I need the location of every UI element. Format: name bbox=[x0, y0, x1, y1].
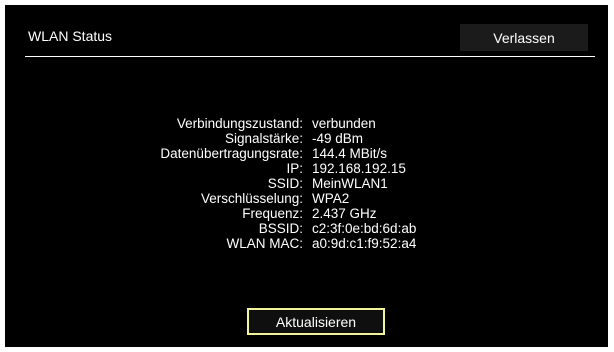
status-value: c2:3f:0e:bd:6d:ab bbox=[312, 221, 417, 236]
status-row-connection-state: Verbindungszustand: verbunden bbox=[5, 116, 608, 131]
status-row-encryption: Verschlüsselung: WPA2 bbox=[5, 191, 608, 206]
status-label: Verschlüsselung: bbox=[200, 191, 303, 206]
status-label: IP: bbox=[286, 161, 303, 176]
status-row-ssid: SSID: MeinWLAN1 bbox=[5, 176, 608, 191]
refresh-button[interactable]: Aktualisieren bbox=[247, 308, 385, 335]
status-row-frequency: Frequenz: 2.437 GHz bbox=[5, 206, 608, 221]
status-list: Verbindungszustand: verbunden Signalstär… bbox=[5, 116, 608, 251]
status-row-wlan-mac: WLAN MAC: a0:9d:c1:f9:52:a4 bbox=[5, 236, 608, 251]
exit-button[interactable]: Verlassen bbox=[460, 24, 588, 51]
status-label: BSSID: bbox=[258, 221, 303, 236]
status-row-ip: IP: 192.168.192.15 bbox=[5, 161, 608, 176]
page-title: WLAN Status bbox=[28, 28, 113, 44]
status-label: Datenübertragungsrate: bbox=[160, 146, 303, 161]
header-divider bbox=[25, 56, 595, 57]
status-value: MeinWLAN1 bbox=[312, 176, 388, 191]
status-label: Verbindungszustand: bbox=[176, 116, 303, 131]
status-label: SSID: bbox=[267, 176, 303, 191]
status-value: a0:9d:c1:f9:52:a4 bbox=[312, 236, 417, 251]
status-row-data-rate: Datenübertragungsrate: 144.4 MBit/s bbox=[5, 146, 608, 161]
wlan-status-screen: WLAN Status Verlassen Verbindungszustand… bbox=[5, 5, 608, 347]
status-row-signal-strength: Signalstärke: -49 dBm bbox=[5, 131, 608, 146]
status-value: 2.437 GHz bbox=[312, 206, 377, 221]
status-value: 144.4 MBit/s bbox=[312, 146, 388, 161]
status-label: Frequenz: bbox=[242, 206, 303, 221]
status-value: WPA2 bbox=[312, 191, 350, 206]
status-value: 192.168.192.15 bbox=[312, 161, 406, 176]
status-value: -49 dBm bbox=[312, 131, 364, 146]
status-row-bssid: BSSID: c2:3f:0e:bd:6d:ab bbox=[5, 221, 608, 236]
status-label: Signalstärke: bbox=[224, 131, 303, 146]
status-value: verbunden bbox=[312, 116, 376, 131]
status-label: WLAN MAC: bbox=[226, 236, 303, 251]
header: WLAN Status Verlassen bbox=[5, 5, 608, 55]
